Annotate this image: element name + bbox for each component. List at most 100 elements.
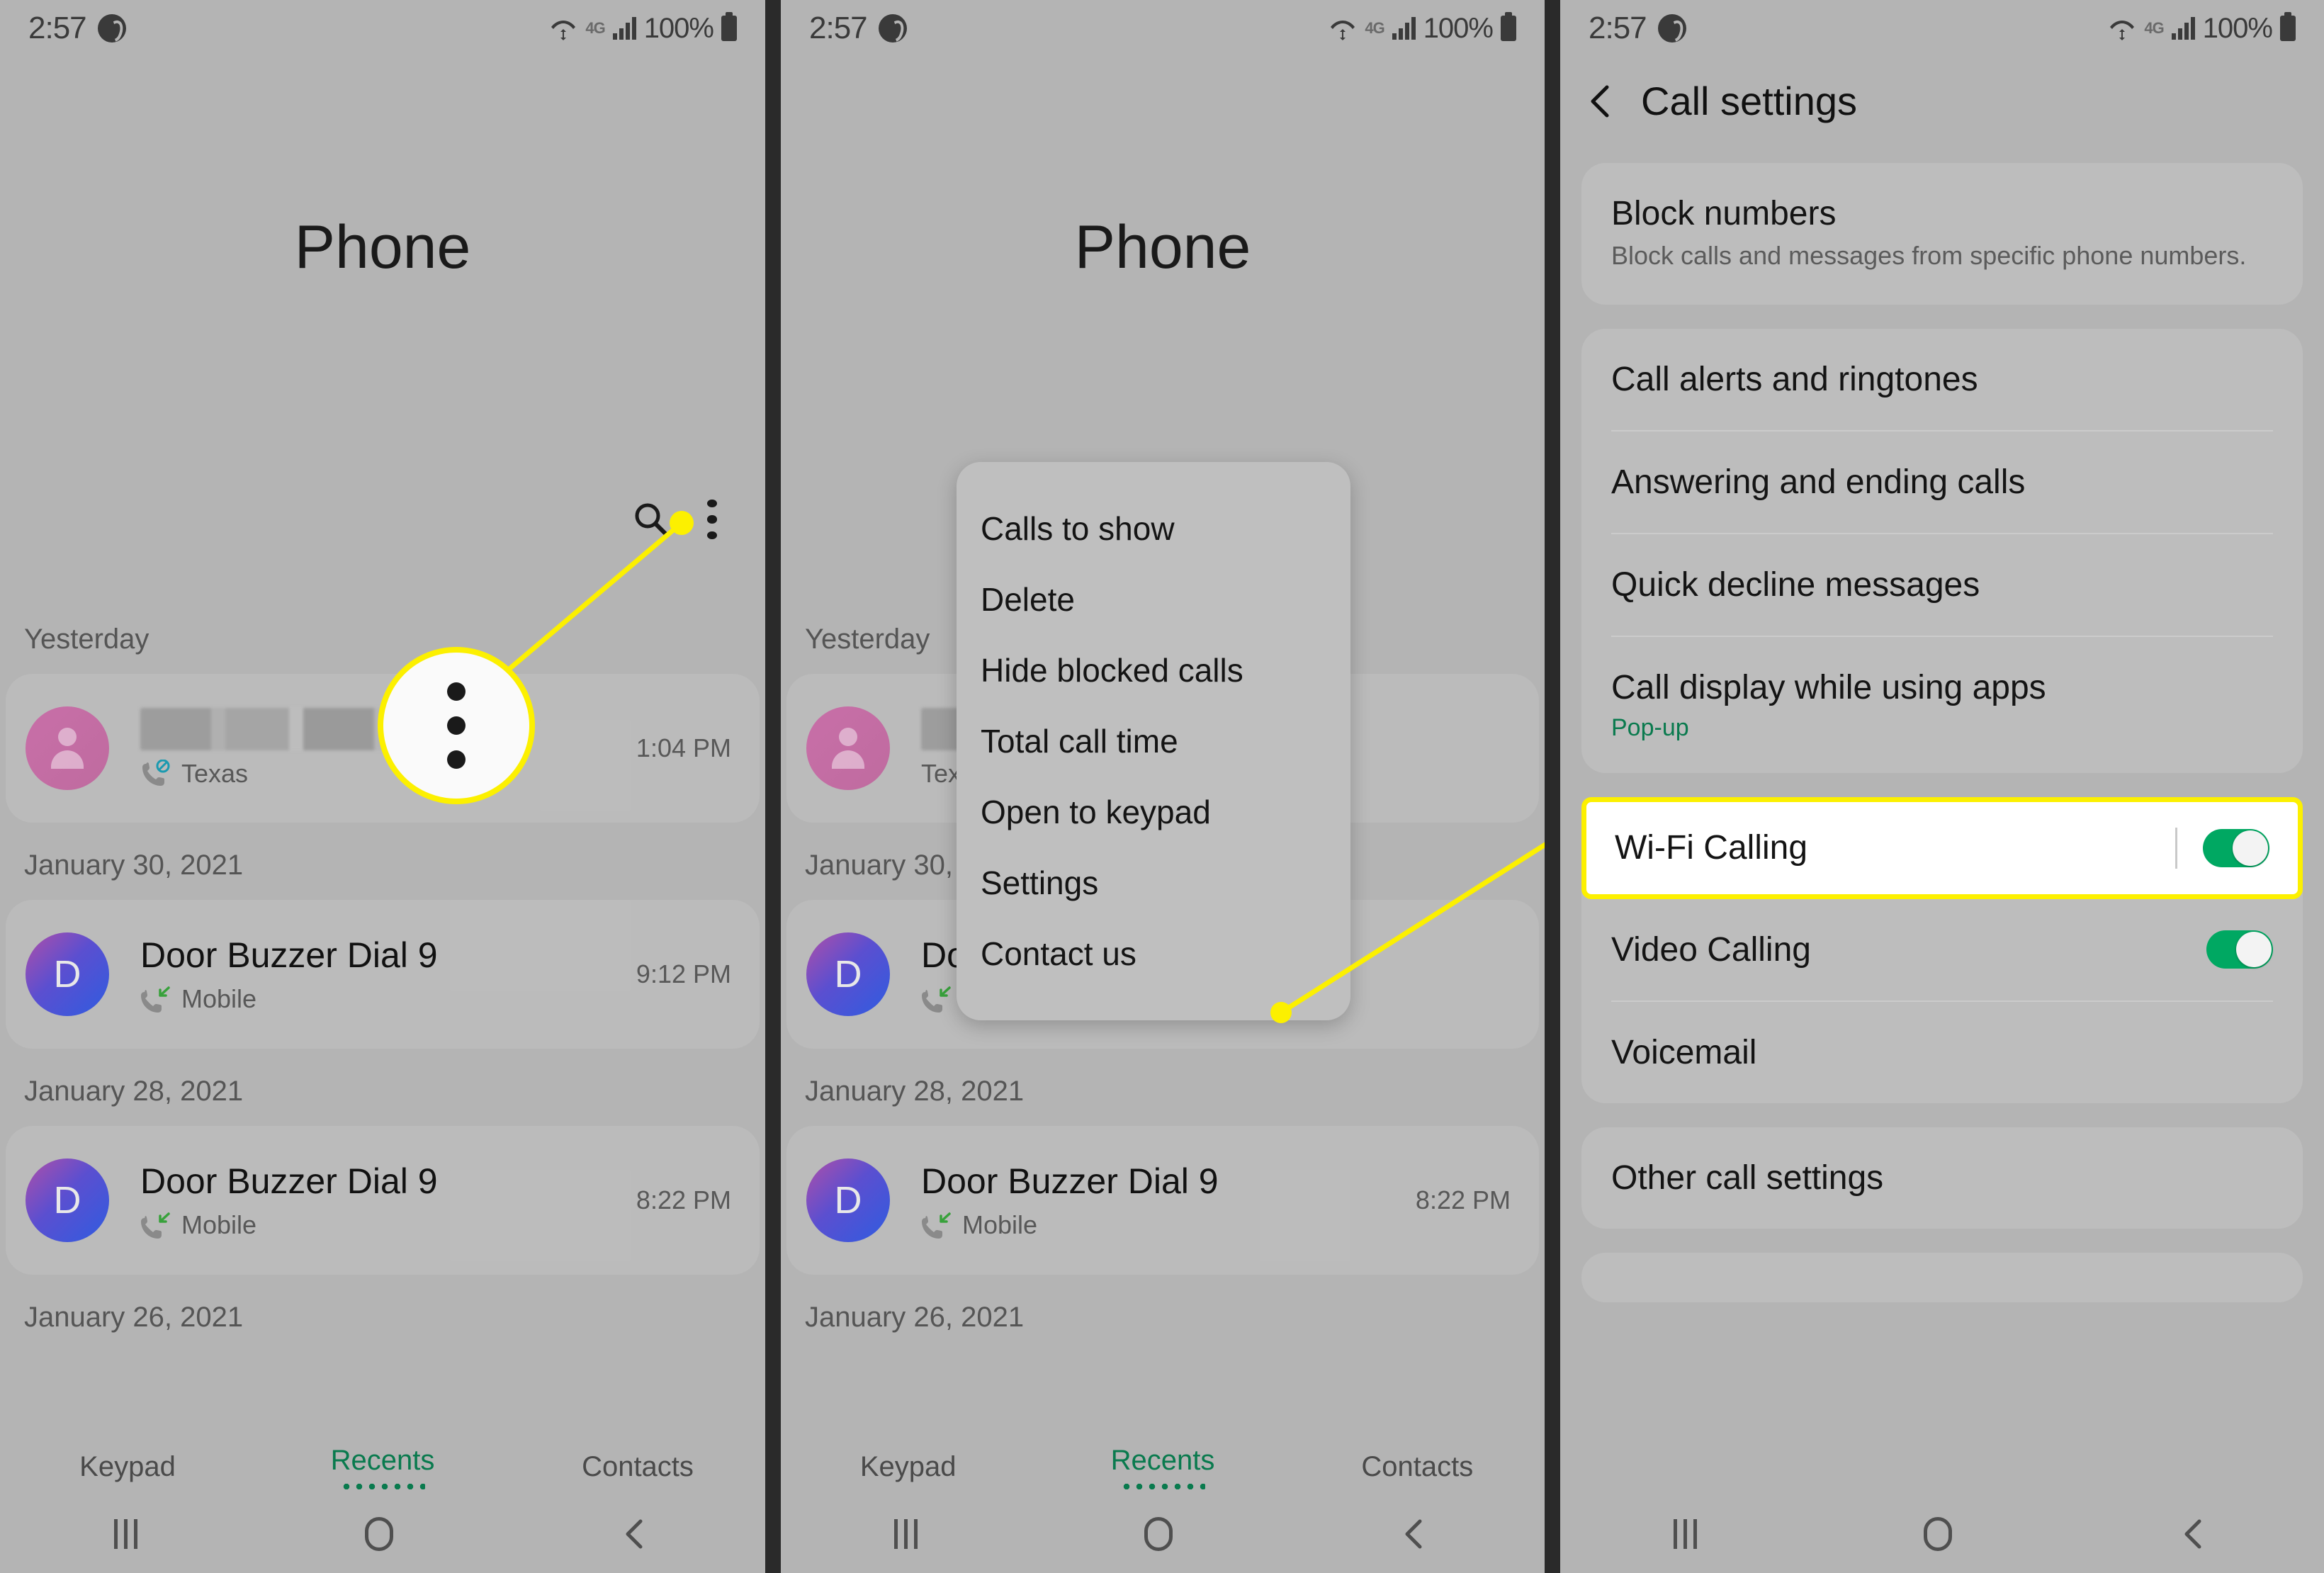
menu-item-delete[interactable]: Delete [957,564,1350,635]
panel-phone-recents: 2:57 4G 100% Phone Yesterday Texas 1:04 … [0,0,765,1573]
setting-row-wifi-calling[interactable]: Wi-Fi Calling [1615,802,2269,894]
home-button[interactable] [1144,1517,1173,1551]
toggle-separator [2175,827,2177,869]
avatar: D [26,932,109,1016]
setting-label: Call alerts and ringtones [1611,360,1978,398]
status-time: 2:57 [1589,11,1647,45]
setting-item-answering-and-ending-calls[interactable]: Answering and ending calls [1611,429,2273,533]
panel-divider [1545,0,1560,1573]
tab-keypad[interactable]: Keypad [781,1451,1035,1483]
settings-card-call-options: Call alerts and ringtones Answering and … [1581,328,2303,773]
header-actions [631,500,717,539]
setting-item-block-numbers[interactable]: Block numbers Block calls and messages f… [1611,163,2273,305]
avatar: D [806,1158,890,1242]
caller-name: Door Buzzer Dial 9 [921,1161,1219,1201]
menu-item-open-to-keypad[interactable]: Open to keypad [957,777,1350,847]
settings-card-block-numbers: Block numbers Block calls and messages f… [1581,163,2303,305]
status-bar-left: 2:57 [28,11,126,46]
signal-icon [1392,17,1416,40]
call-time: 8:22 PM [636,1185,731,1214]
status-time: 2:57 [809,11,868,45]
recents-button[interactable] [113,1519,137,1549]
status-bar: 2:57 4G 100% [1560,0,2324,57]
call-group: January 30, 2021 D Door Buzzer Dial 9 Mo… [0,850,765,1049]
tab-contacts[interactable]: Contacts [510,1451,765,1483]
settings-list: Block numbers Block calls and messages f… [1581,163,2303,1326]
back-button[interactable] [2179,1517,2211,1551]
back-button[interactable] [621,1517,652,1551]
wifi-calling-toggle[interactable] [2203,828,2269,867]
call-sub-label: Mobile [962,1210,1038,1239]
more-options-icon[interactable] [707,500,717,539]
menu-item-hide-blocked-calls[interactable]: Hide blocked calls [957,635,1350,706]
bottom-tabs: Keypad Recents Contacts [0,1445,765,1489]
incoming-call-icon [140,1211,171,1239]
home-button[interactable] [1924,1517,1953,1551]
tab-keypad[interactable]: Keypad [0,1451,255,1483]
call-list-item[interactable]: D Door Buzzer Dial 9 Mobile 8:22 PM [6,1126,760,1275]
back-chevron-icon[interactable] [1586,81,1615,121]
page-title: Phone [1074,213,1251,281]
setting-label: Other call settings [1611,1158,1884,1197]
caller-name: Door Buzzer Dial 9 [140,1161,438,1201]
call-details: Door Buzzer Dial 9 Mobile [109,1161,636,1240]
menu-item-contact-us[interactable]: Contact us [957,918,1350,989]
setting-item-other-call-settings[interactable]: Other call settings [1611,1127,2273,1229]
setting-item-call-display-while-using-apps[interactable]: Call display while using apps Pop-up [1611,635,2273,773]
more-options-icon [447,682,466,769]
battery-percent: 100% [1423,12,1494,44]
android-nav-bar [781,1495,1545,1573]
battery-icon [721,12,737,41]
setting-item-voicemail[interactable]: Voicemail [1611,1000,2273,1103]
menu-item-total-call-time[interactable]: Total call time [957,706,1350,777]
status-bar: 2:57 4G 100% [0,0,765,57]
setting-item-quick-decline-messages[interactable]: Quick decline messages [1611,532,2273,636]
setting-value: Pop-up [1611,714,1689,741]
menu-item-settings[interactable]: Settings [957,847,1350,918]
tab-recents[interactable]: Recents [255,1445,510,1489]
panel-call-settings: 2:57 4G 100% Call settings Block numbers… [1560,0,2324,1573]
status-bar-left: 2:57 [1589,11,1686,46]
4glte-icon: 4G [1365,19,1384,37]
menu-item-calls-to-show[interactable]: Calls to show [957,493,1350,564]
status-bar-left: 2:57 [809,11,907,46]
call-sub-label: Mobile [181,984,257,1013]
setting-item-video-calling[interactable]: Video Calling [1611,899,2273,1000]
call-group: January 28, 2021 D Door Buzzer Dial 9 Mo… [781,1076,1545,1275]
battery-percent: 100% [2202,12,2273,44]
call-sub-label: Mobile [181,1210,257,1239]
incoming-call-icon [921,985,952,1013]
tab-label: Recents [330,1445,435,1476]
tab-active-indicator [1119,1484,1205,1489]
tab-label: Recents [1110,1445,1215,1476]
call-details: Door Buzzer Dial 9 Mobile [890,1161,1416,1240]
callout-magnifier-more-options [378,647,535,804]
wifi-icon [2108,16,2136,40]
three-panel-tutorial-screenshot: 2:57 4G 100% Phone Yesterday Texas 1:04 … [0,0,2324,1573]
setting-item-wifi-calling-highlighted[interactable]: Wi-Fi Calling [1581,796,2303,899]
tab-active-indicator [340,1484,425,1489]
call-subline: Mobile [140,1210,636,1240]
tab-recents[interactable]: Recents [1035,1445,1290,1489]
date-header: January 28, 2021 [805,1076,1025,1107]
recents-button[interactable] [1674,1519,1698,1549]
avatar: D [26,1158,109,1242]
avatar [26,706,109,790]
home-button[interactable] [364,1517,393,1551]
4glte-icon: 4G [2144,19,2164,37]
call-sub-label: Texas [181,759,249,788]
shazam-icon [97,14,126,43]
back-button[interactable] [1400,1517,1431,1551]
call-list-item[interactable]: D Door Buzzer Dial 9 Mobile 8:22 PM [786,1126,1539,1275]
setting-item-call-alerts-and-ringtones[interactable]: Call alerts and ringtones [1611,329,2273,430]
panel-divider [765,0,781,1573]
recents-button[interactable] [894,1519,918,1549]
battery-percent: 100% [643,12,714,44]
tab-contacts[interactable]: Contacts [1290,1451,1545,1483]
call-settings-topbar: Call settings [1560,78,2324,124]
call-list-item[interactable]: D Door Buzzer Dial 9 Mobile 9:12 PM [6,900,760,1049]
setting-description: Block calls and messages from specific p… [1611,241,2247,270]
tab-label: Contacts [582,1451,694,1482]
video-calling-toggle[interactable] [2206,930,2273,969]
search-icon[interactable] [631,500,670,539]
